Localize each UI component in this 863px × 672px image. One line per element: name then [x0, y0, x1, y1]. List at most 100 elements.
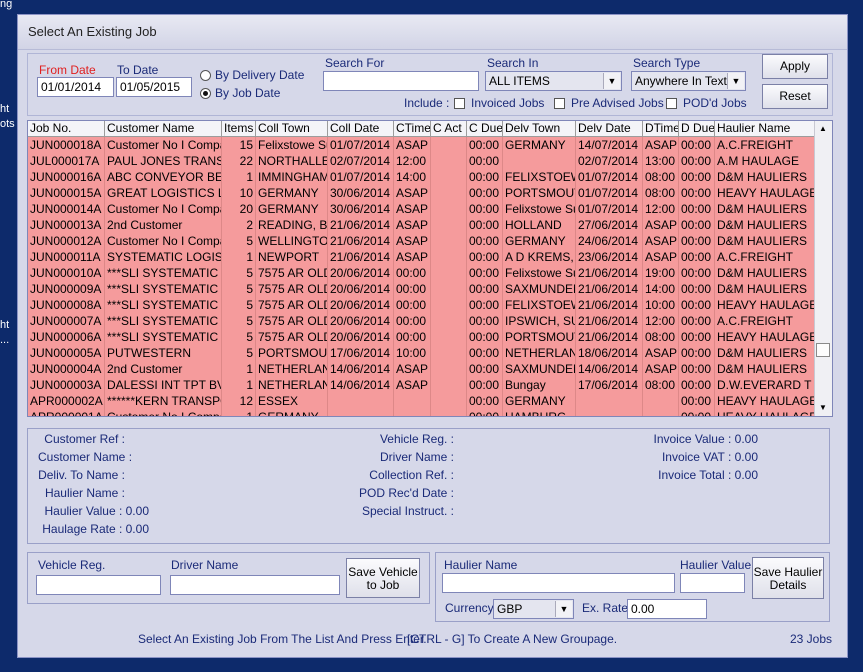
column-header-customer-name[interactable]: Customer Name [105, 121, 222, 137]
cell-delv-town: FELIXSTOEW [505, 169, 576, 185]
invoice-total-label: Invoice Total : 0.00 [658, 468, 758, 482]
cell-d-due: 00:00 [679, 329, 715, 345]
table-row[interactable]: APR000002A ******KERN TRANSPOI 12 ESSEX 00:0… [28, 393, 816, 409]
driver-name-input[interactable] [170, 575, 340, 595]
save-haulier-button[interactable]: Save Haulier Details [752, 557, 824, 599]
cell-job-no: JUN000018A [28, 137, 105, 153]
cell-dtime: 08:00 [643, 169, 679, 185]
pre-advised-jobs-label[interactable]: Pre Advised Jobs [571, 96, 664, 110]
column-header-haulier-name[interactable]: Haulier Name [715, 121, 816, 137]
column-header-c-act[interactable]: C Act [431, 121, 467, 137]
chevron-down-icon[interactable]: ▼ [727, 73, 744, 89]
search-in-select[interactable]: ALL ITEMS ▼ [485, 71, 622, 91]
driver-name-detail-label: Driver Name : [379, 450, 454, 464]
reset-button[interactable]: Reset [762, 84, 828, 109]
column-header-ctime[interactable]: CTime [394, 121, 431, 137]
vehicle-reg-input[interactable] [36, 575, 161, 595]
cell-haulier-name: HEAVY HAULAGE [717, 393, 816, 409]
apply-button[interactable]: Apply [762, 54, 828, 79]
column-header-delv-date[interactable]: Delv Date [576, 121, 643, 137]
scroll-down-icon[interactable]: ▼ [815, 400, 831, 416]
cell-delv-town: GERMANY [503, 137, 576, 153]
table-row[interactable]: JUN000006A ***SLI SYSTEMATIC L 5 7575 AR OL… [28, 329, 816, 345]
vehicle-reg-detail-label: Vehicle Reg. : [379, 432, 454, 446]
chevron-down-icon[interactable]: ▼ [603, 73, 620, 89]
status-shortcut: [CTRL - G] To Create A New Groupage. [407, 632, 618, 646]
cell-coll-date: 20/06/2014 [328, 265, 394, 281]
scroll-thumb[interactable] [816, 343, 830, 357]
cell-ctime: 00:00 [394, 329, 431, 345]
table-row[interactable]: JUN000013A 2nd Customer 2 READING, BE 21/06/… [28, 217, 816, 233]
pod-jobs-checkbox[interactable] [666, 98, 677, 109]
cell-coll-town: PORTSMOUT [258, 345, 328, 361]
column-header-dtime[interactable]: DTime [643, 121, 679, 137]
table-row[interactable]: JUN000014ACustomer No I Company20GERMANY… [28, 201, 816, 217]
pod-jobs-label[interactable]: POD'd Jobs [683, 96, 747, 110]
cell-job-no: JUN000015A [28, 185, 105, 201]
haulier-name-input[interactable] [442, 573, 675, 593]
column-header-delv-town[interactable]: Delv Town [503, 121, 576, 137]
pre-advised-jobs-checkbox[interactable] [554, 98, 565, 109]
table-row[interactable]: JUN000007A ***SLI SYSTEMATIC L 5 7575 AR OL… [28, 313, 816, 329]
cell-dtime [643, 393, 679, 409]
cell-d-due: 00:00 [679, 265, 715, 281]
cell-dtime: 19:00 [643, 265, 679, 281]
column-header-d-due[interactable]: D Due [679, 121, 715, 137]
vertical-scrollbar[interactable]: ▲ ▼ [814, 121, 832, 416]
cell-dtime: 08:00 [643, 377, 679, 393]
table-row[interactable]: JUN000018ACustomer No I Company15Felixst… [28, 137, 816, 153]
save-vehicle-button[interactable]: Save Vehicle to Job [346, 558, 420, 598]
cell-c-due: 00:00 [467, 313, 503, 329]
column-header-c-due[interactable]: C Due [467, 121, 503, 137]
column-header-items[interactable]: Items [222, 121, 256, 137]
table-row[interactable]: JUN000015A GREAT LOGISTICS LT 10 GERMANY 30/… [28, 185, 816, 201]
table-row[interactable]: JUN000016AABC CONVEYOR BELT1IMMINGHAM01/… [28, 169, 816, 185]
invoiced-jobs-checkbox[interactable] [454, 98, 465, 109]
table-row[interactable]: JUN000010A ***SLI SYSTEMATIC L 5 7575 AR OL… [28, 265, 816, 281]
by-job-date-radio[interactable] [200, 88, 211, 99]
cell-c-act [431, 281, 467, 297]
search-for-input[interactable] [323, 71, 479, 91]
jobs-grid[interactable]: Job No. Customer Name Items Coll Town Coll D… [27, 120, 833, 417]
cell-c-due: 00:00 [467, 265, 503, 281]
table-row[interactable]: JUN000011A SYSTEMATIC LOGIST 1 NEWPORT 21/06… [28, 249, 816, 265]
cell-coll-town: 7575 AR OLD [258, 265, 328, 281]
scroll-up-icon[interactable]: ▲ [815, 121, 831, 137]
cell-ctime: ASAP [394, 185, 431, 201]
column-header-coll-town[interactable]: Coll Town [256, 121, 328, 137]
from-date-input[interactable]: 01/01/2014 [37, 77, 114, 97]
by-delivery-date-radio[interactable] [200, 70, 211, 81]
table-row[interactable]: JUN000004A 2nd Customer 1 NETHERLAN 14/06/20… [28, 361, 816, 377]
cell-dtime: 08:00 [643, 329, 679, 345]
currency-select[interactable]: GBP ▼ [493, 599, 574, 619]
table-row[interactable]: APR000001ACustomer No I Company1GERMANY 0… [28, 409, 816, 416]
cell-ctime: 14:00 [394, 169, 431, 185]
cell-delv-town: Bungay [503, 377, 576, 393]
cell-c-act [431, 137, 467, 153]
table-row[interactable]: JUN000005A PUTWESTERN 5 PORTSMOUT 17/06/2014… [28, 345, 816, 361]
to-date-input[interactable]: 01/05/2015 [116, 77, 192, 97]
by-job-date-label[interactable]: By Job Date [215, 86, 280, 100]
cell-customer-name: GREAT LOGISTICS LT [107, 185, 222, 201]
invoice-vat-label: Invoice VAT : 0.00 [661, 450, 758, 464]
invoiced-jobs-label[interactable]: Invoiced Jobs [471, 96, 544, 110]
chevron-down-icon[interactable]: ▼ [555, 601, 572, 617]
column-header-job-no[interactable]: Job No. [28, 121, 105, 137]
deliv-to-name-label: Deliv. To Name : [38, 468, 125, 482]
cell-items: 5 [222, 281, 256, 297]
cell-dtime: ASAP [645, 137, 679, 153]
cell-c-act [431, 361, 467, 377]
background-text: ots [0, 118, 15, 130]
by-delivery-date-label[interactable]: By Delivery Date [215, 68, 304, 82]
ex-rate-input[interactable]: 0.00 [627, 599, 707, 619]
haulier-value-input[interactable] [680, 573, 745, 593]
grid-rows[interactable]: JUN000018ACustomer No I Company15Felixst… [28, 137, 816, 416]
table-row[interactable]: JUN000012ACustomer No I Company5WELLINGT… [28, 233, 816, 249]
table-row[interactable]: JUN000009A ***SLI SYSTEMATIC L 5 7575 AR OL… [28, 281, 816, 297]
column-header-coll-date[interactable]: Coll Date [328, 121, 394, 137]
table-row[interactable]: JUN000003A DALESSI INT TPT BV 1 NETHERLAN 14… [28, 377, 816, 393]
cell-d-due: 00:00 [679, 137, 715, 153]
table-row[interactable]: JUN000008A ***SLI SYSTEMATIC L 5 7575 AR OL… [28, 297, 816, 313]
search-type-select[interactable]: Anywhere In Text ▼ [631, 71, 746, 91]
table-row[interactable]: JUL000017A PAUL JONES TRANS 22 NORTHALLEI 02… [28, 153, 816, 169]
